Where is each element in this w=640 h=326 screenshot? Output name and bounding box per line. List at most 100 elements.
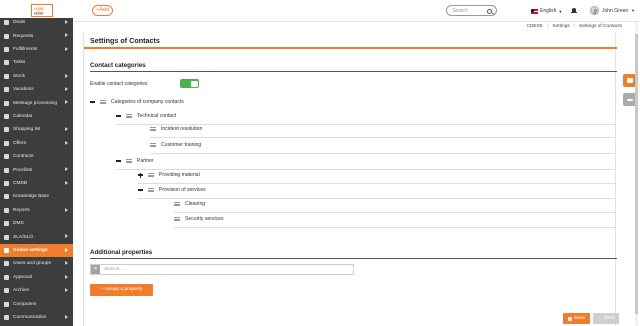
bell-icon[interactable] (571, 8, 577, 13)
scrollbar[interactable] (635, 22, 638, 326)
sidebar-item-vacations[interactable]: Vacations (0, 83, 73, 97)
drag-handle-icon[interactable] (148, 173, 154, 177)
sidebar-item-label: SLA/SLO (13, 234, 33, 240)
tree-node-label[interactable]: Categories of company contacts (111, 99, 184, 105)
sidebar-item-communication[interactable]: Communication (0, 311, 73, 325)
sidebar-item-computers[interactable]: Computers (0, 297, 73, 311)
tree-node-providing-material: Providing material (138, 170, 200, 180)
save-label: Save (574, 316, 585, 321)
sidebar-item-pricelists[interactable]: Pricelists (0, 163, 73, 177)
tree-node-label[interactable]: Security services (185, 216, 224, 222)
sidebar-item-sla-slo[interactable]: SLA/SLO (0, 230, 73, 244)
communication-icon (4, 315, 9, 321)
top-bar: YOUR LOGO HERE +Add English ▼ John Green… (0, 0, 640, 22)
global-search[interactable] (446, 5, 497, 16)
row-divider (174, 212, 616, 213)
sidebar-item-knowledge-base[interactable]: Knowledge Base (0, 190, 73, 204)
sidebar-item-label: Pricelists (13, 167, 33, 173)
breadcrumb: CDESK / Settings / Settings of Contacts (527, 24, 623, 32)
requests-icon (4, 33, 9, 39)
sidebar-item-users-and-groups[interactable]: Users and groups (0, 257, 73, 271)
sidebar-item-label: Vacations (13, 87, 34, 93)
tree-node-root: Categories of company contacts (90, 97, 184, 107)
tree-node-cleaning: Cleaning (174, 199, 205, 209)
tree-node-label[interactable]: Providing material (159, 172, 200, 178)
chevron-right-icon (65, 100, 68, 105)
breadcrumb-item-settings[interactable]: Settings (552, 24, 569, 32)
assign-property-button[interactable]: + Assign a property (90, 284, 153, 296)
scrollbar-thumb[interactable] (635, 34, 638, 314)
contracts-icon (4, 154, 9, 160)
collapse-icon[interactable] (116, 115, 121, 117)
user-menu[interactable]: John Green ▼ (590, 5, 635, 16)
tree-node-label[interactable]: Cleaning (185, 201, 205, 207)
collapse-icon[interactable] (90, 101, 95, 103)
chevron-right-icon (65, 234, 68, 239)
sidebar-item-fulfillments[interactable]: Fulfillments (0, 43, 73, 57)
drag-handle-icon[interactable] (126, 159, 132, 163)
section-divider (90, 71, 617, 72)
sidebar-item-label: Computers (13, 301, 37, 307)
property-search[interactable]: ✕ (90, 264, 354, 275)
archive-icon (4, 288, 9, 294)
sidebar: Deals Requests Fulfillments Tasks Stock Vacat… (0, 18, 73, 326)
sidebar-item-archive[interactable]: Archive (0, 284, 73, 298)
sidebar-item-cmdb[interactable]: CMDB (0, 177, 73, 191)
search-icon[interactable] (487, 8, 492, 14)
sidebar-item-calendar[interactable]: Calendar (0, 110, 73, 124)
drag-handle-icon[interactable] (174, 217, 180, 221)
sidebar-item-contracts[interactable]: Contracts (0, 150, 73, 164)
back-button[interactable]: ← Back (593, 313, 619, 324)
global-search-input[interactable] (452, 7, 486, 15)
drag-handle-icon[interactable] (126, 114, 132, 118)
sidebar-item-shopping-list[interactable]: Shopping list (0, 123, 73, 137)
tree-node-label[interactable]: Provision of services (159, 187, 206, 193)
minus-icon (627, 99, 633, 101)
chevron-down-icon: ▼ (558, 8, 563, 14)
collapse-icon[interactable] (138, 189, 143, 191)
sidebar-item-dms[interactable]: DMS (0, 217, 73, 231)
sidebar-item-label: CMDB (13, 181, 28, 187)
toggle-knob (190, 80, 198, 87)
reports-icon (4, 207, 9, 213)
cmdb-icon (4, 181, 9, 187)
sidebar-item-label: Reports (13, 207, 30, 213)
sidebar-item-reports[interactable]: Reports (0, 204, 73, 218)
sidebar-item-tasks[interactable]: Tasks (0, 56, 73, 70)
tree-node-label[interactable]: Incident resolution (161, 126, 202, 132)
tree-node-label[interactable]: Customer training (161, 142, 201, 148)
tree-node-label[interactable]: Technical contact (137, 113, 176, 119)
drag-handle-icon[interactable] (150, 127, 156, 131)
tree-node-label[interactable]: Partner (137, 158, 154, 164)
drag-handle-icon[interactable] (150, 143, 156, 147)
calendar-icon (4, 114, 9, 120)
sidebar-item-message-processing[interactable]: Message processing (0, 96, 73, 110)
tree-node-incident-resolution: Incident resolution (150, 124, 202, 134)
sidebar-item-stock[interactable]: Stock (0, 70, 73, 84)
drag-handle-icon[interactable] (100, 100, 106, 104)
property-search-input[interactable] (104, 266, 304, 273)
computers-icon (4, 301, 9, 307)
close-icon[interactable]: ✕ (91, 265, 100, 274)
sidebar-item-global-settings[interactable]: Global settings (0, 243, 73, 258)
pricelists-icon (4, 167, 9, 173)
collapse-icon[interactable] (116, 160, 121, 162)
breadcrumb-item-cdesk[interactable]: CDESK (527, 24, 544, 32)
drag-handle-icon[interactable] (148, 188, 154, 192)
main-panel: Settings of Contacts Contact categories … (83, 33, 619, 326)
drag-handle-icon[interactable] (174, 202, 180, 206)
save-button[interactable]: Save (563, 313, 590, 324)
sidebar-item-requests[interactable]: Requests (0, 29, 73, 43)
language-selector[interactable]: English ▼ (531, 7, 562, 15)
toggle-label: Enable contact categories (90, 81, 148, 87)
chevron-right-icon (65, 73, 68, 78)
sidebar-item-deals[interactable]: Deals (0, 16, 73, 30)
enable-contact-categories-toggle[interactable] (180, 79, 199, 88)
add-button[interactable]: +Add (92, 5, 113, 16)
sidebar-item-label: DMS (13, 221, 24, 227)
sidebar-item-offers[interactable]: Offers (0, 137, 73, 151)
expand-icon[interactable] (138, 172, 143, 178)
row-divider (138, 198, 616, 199)
breadcrumb-separator: / (547, 24, 549, 29)
sidebar-item-approval[interactable]: Approval (0, 271, 73, 285)
